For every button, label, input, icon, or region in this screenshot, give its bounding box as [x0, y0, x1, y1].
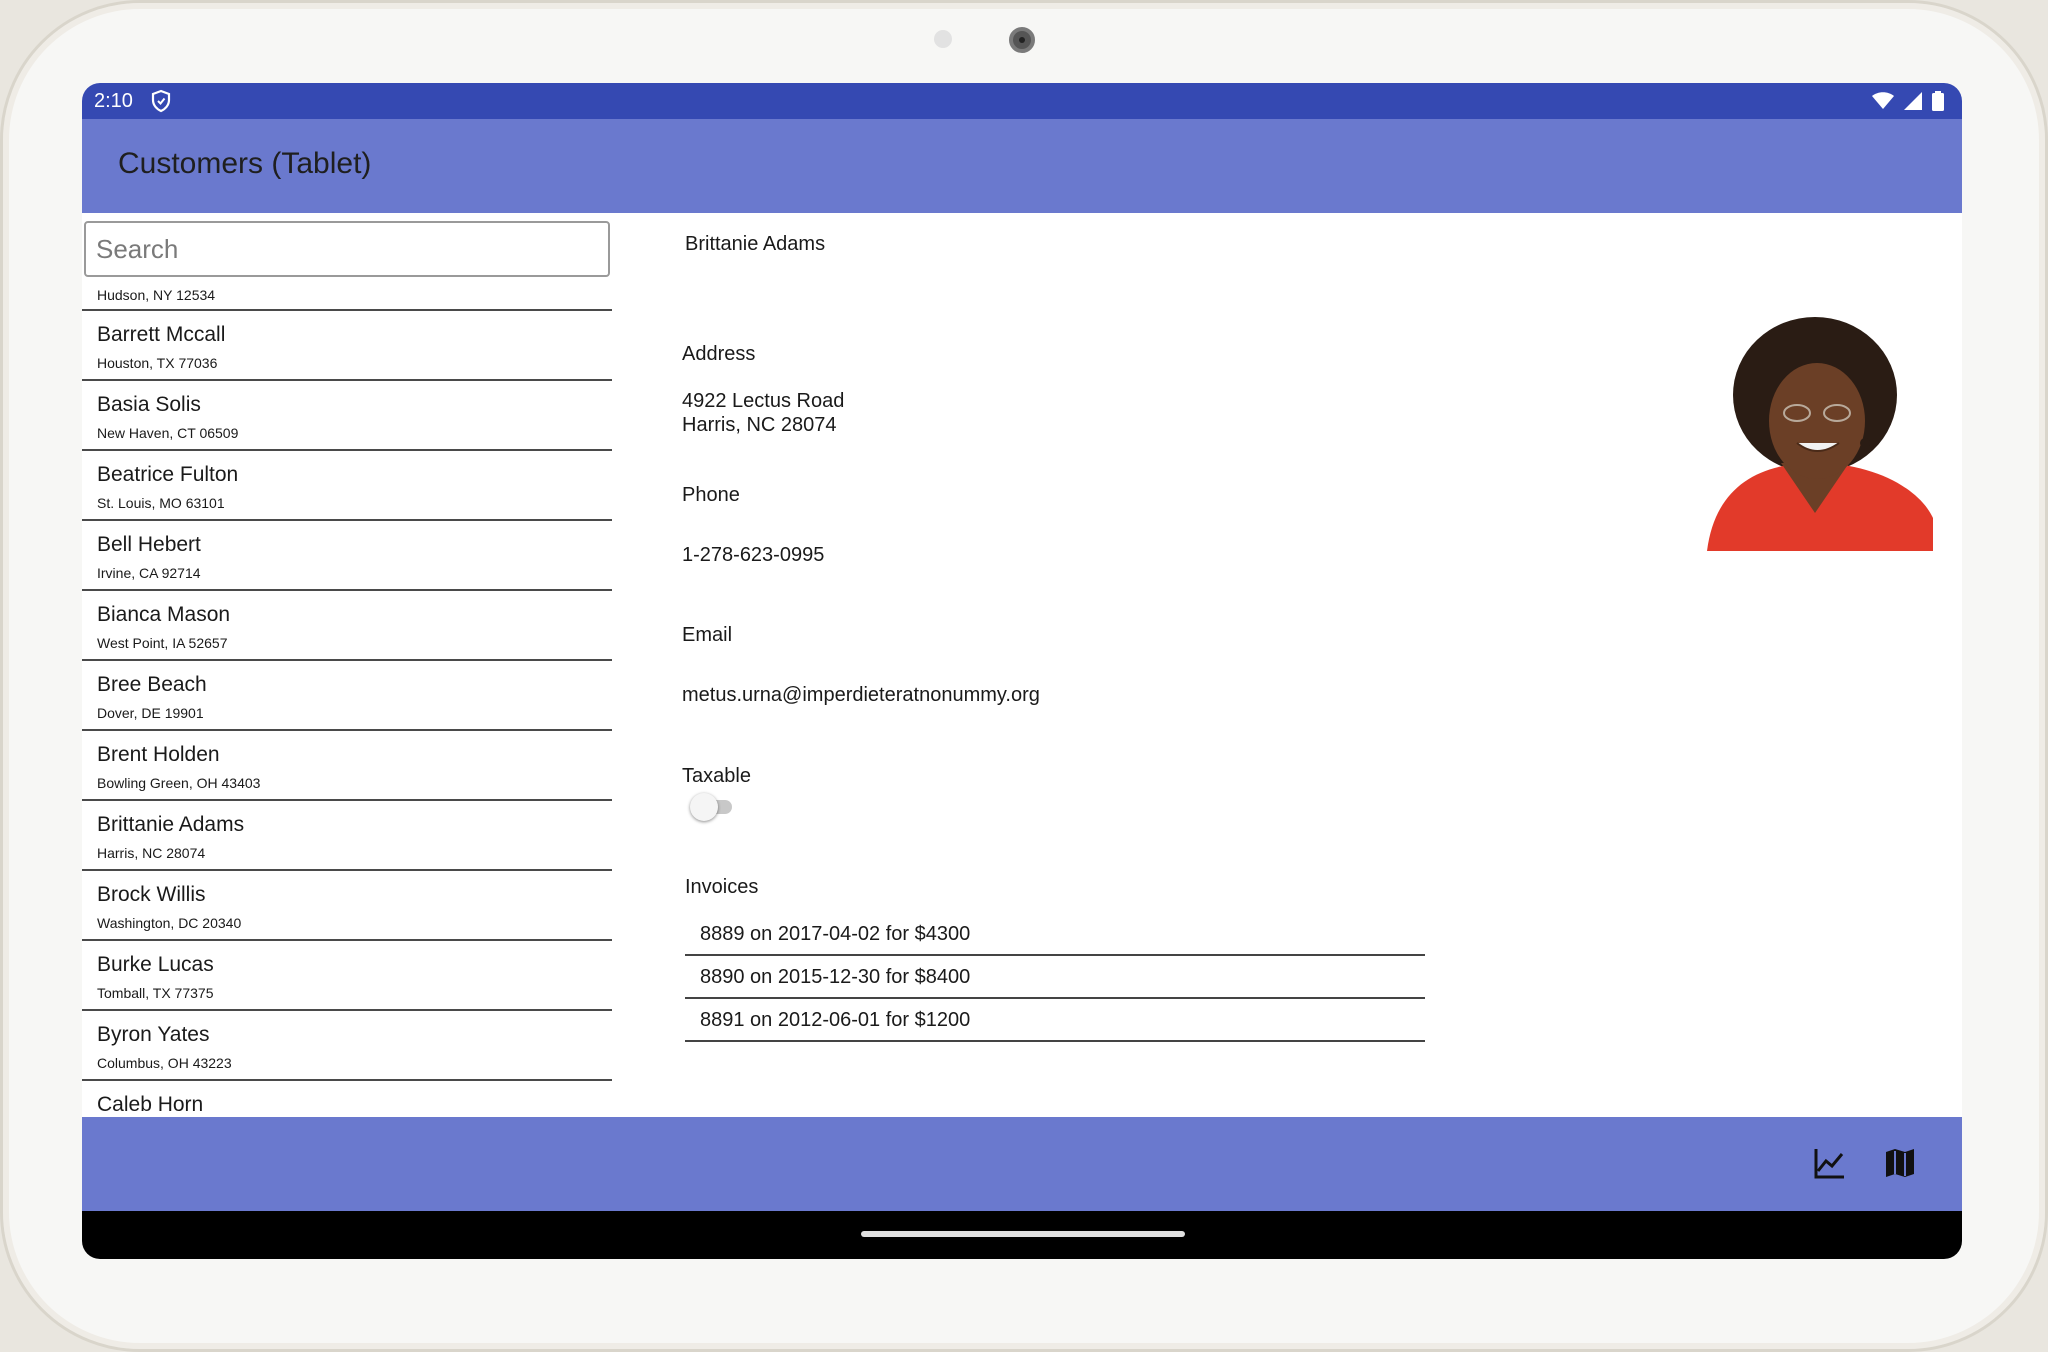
list-item[interactable]: Bianca Mason West Point, IA 52657 — [82, 591, 612, 661]
customer-photo — [1697, 313, 1933, 551]
customer-name: Barrett Mccall — [97, 323, 226, 346]
list-item[interactable]: Brock Willis Washington, DC 20340 — [82, 871, 612, 941]
address-line-1: 4922 Lectus Road — [682, 390, 845, 412]
toggle-thumb — [690, 793, 718, 821]
detail-customer-name: Brittanie Adams — [685, 233, 826, 255]
list-item[interactable]: Basia Solis New Haven, CT 06509 — [82, 381, 612, 451]
customer-address: West Point, IA 52657 — [97, 635, 228, 651]
customer-address: Dover, DE 19901 — [97, 705, 204, 721]
list-item[interactable]: Brittanie Adams Harris, NC 28074 — [82, 801, 612, 871]
customer-name: Basia Solis — [97, 393, 201, 416]
invoice-row[interactable]: 8889 on 2017-04-02 for $4300 — [685, 913, 1425, 956]
customer-detail: Brittanie Adams Address 4922 Lectus Road… — [682, 213, 1962, 1117]
customer-address: Hudson, NY 12534 — [97, 287, 216, 303]
list-item[interactable]: Hudson, NY 12534 — [82, 285, 612, 311]
list-item[interactable]: Beatrice Fulton St. Louis, MO 63101 — [82, 451, 612, 521]
status-icons — [1872, 91, 1944, 111]
main-content: Hudson, NY 12534 Barrett Mccall Houston,… — [82, 213, 1962, 1117]
customer-address: New Haven, CT 06509 — [97, 425, 239, 441]
list-item[interactable]: Caleb Horn — [82, 1081, 612, 1117]
customer-name: Brent Holden — [97, 743, 220, 766]
customer-name: Bell Hebert — [97, 533, 201, 556]
customer-name: Beatrice Fulton — [97, 463, 239, 486]
map-icon[interactable] — [1882, 1145, 1918, 1181]
app-title: Customers (Tablet) — [118, 147, 372, 180]
cellular-signal-icon — [1904, 92, 1922, 110]
invoices-label: Invoices — [685, 876, 759, 898]
home-handle[interactable] — [861, 1231, 1185, 1237]
list-item[interactable]: Burke Lucas Tomball, TX 77375 — [82, 941, 612, 1011]
customer-address: Columbus, OH 43223 — [97, 1055, 232, 1071]
email-value: metus.urna@imperdieteratnonummy.org — [682, 684, 1040, 706]
customer-name: Brock Willis — [97, 883, 206, 906]
list-item[interactable]: Barrett Mccall Houston, TX 77036 — [82, 311, 612, 381]
list-item[interactable]: Brent Holden Bowling Green, OH 43403 — [82, 731, 612, 801]
customer-address: Houston, TX 77036 — [97, 355, 218, 371]
status-bar: 2:10 — [82, 83, 1962, 119]
camera-sensor — [934, 30, 952, 48]
app-bar: Customers (Tablet) — [82, 119, 1962, 213]
camera-lens — [1009, 27, 1035, 53]
customer-address: Bowling Green, OH 43403 — [97, 775, 261, 791]
customer-address: St. Louis, MO 63101 — [97, 495, 225, 511]
list-item[interactable]: Bree Beach Dover, DE 19901 — [82, 661, 612, 731]
customer-photo-illustration — [1697, 313, 1933, 551]
customer-name: Brittanie Adams — [97, 813, 245, 836]
invoice-row[interactable]: 8890 on 2015-12-30 for $8400 — [685, 956, 1425, 999]
system-nav-bar — [82, 1211, 1962, 1259]
shield-icon — [151, 89, 171, 113]
customer-address: Tomball, TX 77375 — [97, 985, 214, 1001]
customer-address: Washington, DC 20340 — [97, 915, 242, 931]
phone-label: Phone — [682, 484, 740, 506]
customer-name: Byron Yates — [97, 1023, 210, 1046]
invoice-list: 8889 on 2017-04-02 for $4300 8890 on 201… — [685, 913, 1425, 1042]
customer-address: Harris, NC 28074 — [97, 845, 206, 861]
wifi-icon — [1872, 92, 1894, 109]
customer-list[interactable]: Hudson, NY 12534 Barrett Mccall Houston,… — [82, 285, 612, 1117]
phone-value: 1-278-623-0995 — [682, 544, 825, 566]
list-item[interactable]: Bell Hebert Irvine, CA 92714 — [82, 521, 612, 591]
customer-name: Bree Beach — [97, 673, 207, 696]
bottom-app-bar — [82, 1117, 1962, 1211]
battery-icon — [1932, 91, 1944, 111]
search-input[interactable] — [84, 221, 610, 277]
invoice-row[interactable]: 8891 on 2012-06-01 for $1200 — [685, 999, 1425, 1042]
taxable-label: Taxable — [682, 765, 751, 787]
customer-name: Bianca Mason — [97, 603, 231, 626]
chart-icon[interactable] — [1812, 1145, 1848, 1181]
address-line-2: Harris, NC 28074 — [682, 414, 837, 436]
list-item[interactable]: Byron Yates Columbus, OH 43223 — [82, 1011, 612, 1081]
taxable-toggle[interactable] — [690, 793, 736, 821]
customer-name: Caleb Horn — [97, 1093, 204, 1116]
customer-address: Irvine, CA 92714 — [97, 565, 201, 581]
email-label: Email — [682, 624, 733, 646]
address-label: Address — [682, 343, 756, 365]
customer-name: Burke Lucas — [97, 953, 214, 976]
device-screen: 2:10 Customers (Tablet) Hudson, NY 12534… — [82, 83, 1962, 1259]
status-time: 2:10 — [94, 90, 133, 112]
